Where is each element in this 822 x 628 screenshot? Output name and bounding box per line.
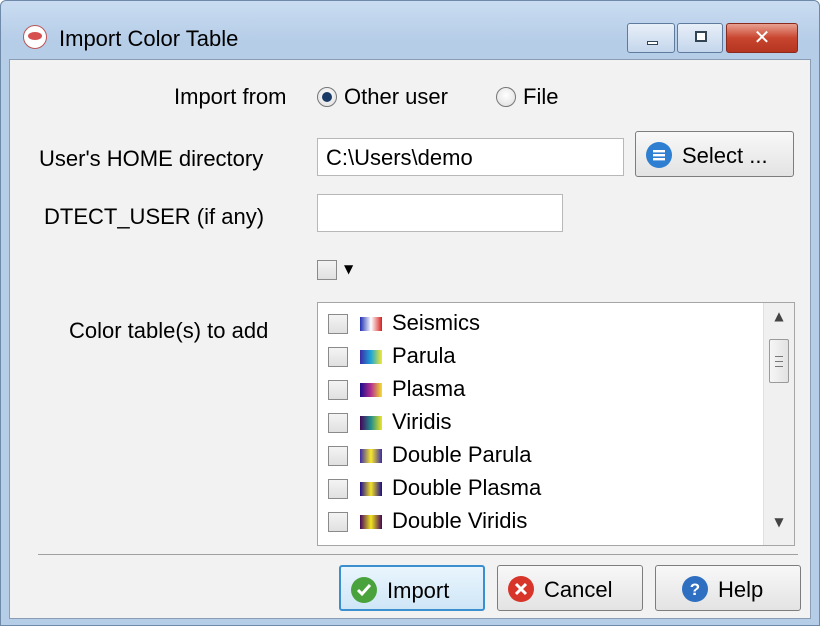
list-item-checkbox[interactable] <box>328 446 348 466</box>
list-item-label: Parula <box>392 343 456 368</box>
list-item-label: Double Viridis <box>392 508 528 533</box>
help-button[interactable]: ? Help <box>655 565 801 611</box>
select-button-label: Select ... <box>682 143 768 168</box>
list-item-checkbox[interactable] <box>328 479 348 499</box>
color-swatch-icon <box>360 449 382 463</box>
scroll-thumb[interactable] <box>769 339 789 383</box>
radio-file[interactable] <box>496 87 516 107</box>
dialog-body: Import from Other user File User's HOME … <box>9 59 811 619</box>
list-item[interactable]: Double Viridis <box>318 505 764 538</box>
list-item[interactable]: Viridis <box>318 406 764 439</box>
list-item-checkbox[interactable] <box>328 413 348 433</box>
color-swatch-icon <box>360 317 382 331</box>
dtect-user-label: DTECT_USER (if any) <box>44 204 265 229</box>
app-icon <box>23 25 47 49</box>
svg-text:?: ? <box>690 580 700 599</box>
import-button[interactable]: Import <box>339 565 485 611</box>
cancel-button[interactable]: Cancel <box>497 565 643 611</box>
list-item-label: Viridis <box>392 409 452 434</box>
select-button[interactable]: Select ... <box>635 131 794 177</box>
import-button-label: Import <box>387 578 450 603</box>
check-icon <box>351 577 377 603</box>
list-item-label: Double Parula <box>392 442 532 467</box>
radio-file-label[interactable]: File <box>523 84 558 110</box>
list-item[interactable]: Seismics <box>318 307 764 340</box>
minimize-icon <box>647 41 658 45</box>
color-swatch-icon <box>360 350 382 364</box>
list-item-label: Plasma <box>392 376 466 401</box>
dtect-user-input[interactable] <box>317 194 563 232</box>
list-item-label: Double Plasma <box>392 475 542 500</box>
list-scrollbar[interactable]: ▲ ▼ <box>763 303 794 545</box>
list-item-checkbox[interactable] <box>328 512 348 532</box>
separator <box>38 554 798 555</box>
help-icon: ? <box>682 576 708 602</box>
help-button-label: Help <box>718 577 764 602</box>
close-button[interactable]: ✕ <box>726 23 798 53</box>
color-swatch-icon <box>360 482 382 496</box>
color-swatch-icon <box>360 416 382 430</box>
list-item[interactable]: Parula <box>318 340 764 373</box>
list-item[interactable]: Double Plasma <box>318 472 764 505</box>
title-bar[interactable]: Import Color Table ✕ <box>1 1 819 53</box>
color-tables-label: Color table(s) to add <box>69 318 269 343</box>
color-swatch-icon <box>360 515 382 529</box>
list-item-checkbox[interactable] <box>328 380 348 400</box>
cancel-icon <box>508 576 534 602</box>
import-color-table-window: Import Color Table ✕ Import from Other u… <box>0 0 820 626</box>
list-item[interactable]: Double Parula <box>318 439 764 472</box>
radio-other-user-label[interactable]: Other user <box>344 84 448 110</box>
list-item-checkbox[interactable] <box>328 347 348 367</box>
color-table-list[interactable]: Double Viridis Double Plasma Double Parula… <box>317 302 795 546</box>
maximize-icon <box>695 31 707 42</box>
select-all-checkbox[interactable] <box>317 260 337 280</box>
list-item-label: Seismics <box>392 310 481 335</box>
home-dir-input[interactable]: C:\Users\demo <box>317 138 624 176</box>
import-from-label: Import from <box>174 84 287 109</box>
window-title: Import Color Table <box>59 26 239 51</box>
minimize-button[interactable] <box>627 23 675 53</box>
chevron-down-icon[interactable]: ▼ <box>344 262 353 276</box>
home-dir-label: User's HOME directory <box>39 146 264 171</box>
list-item[interactable]: Plasma <box>318 373 764 406</box>
maximize-button[interactable] <box>677 23 723 53</box>
cancel-button-label: Cancel <box>544 577 613 602</box>
scroll-up-icon[interactable]: ▲ <box>764 309 794 333</box>
list-item-checkbox[interactable] <box>328 314 348 334</box>
color-swatch-icon <box>360 383 382 397</box>
list-icon <box>646 142 672 168</box>
radio-other-user[interactable] <box>317 87 337 107</box>
scroll-down-icon[interactable]: ▼ <box>764 515 794 539</box>
close-icon: ✕ <box>753 25 771 49</box>
